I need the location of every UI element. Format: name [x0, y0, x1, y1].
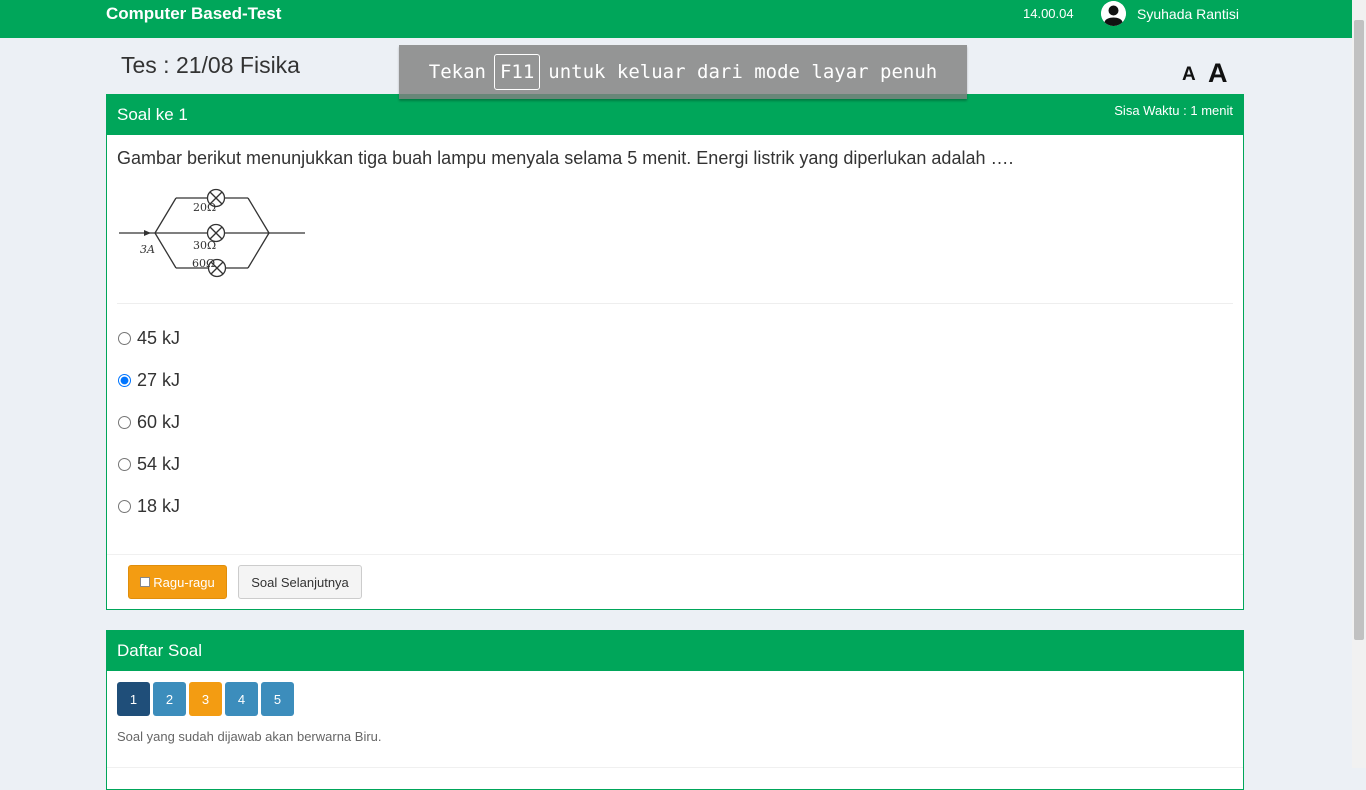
answer-label: 60 kJ	[137, 412, 181, 432]
answer-label: 45 kJ	[137, 328, 181, 348]
answer-radio[interactable]	[118, 416, 131, 429]
question-number-button[interactable]: 5	[261, 682, 294, 716]
question-divider	[117, 303, 1233, 304]
user-avatar-icon	[1101, 1, 1126, 26]
page-scrollbar[interactable]	[1352, 0, 1366, 768]
question-number-button[interactable]: 1	[117, 682, 150, 716]
fullscreen-notice: Tekan F11 untuk keluar dari mode layar p…	[399, 45, 967, 99]
answer-radio[interactable]	[118, 374, 131, 387]
answer-option[interactable]: 18 kJ	[117, 496, 180, 517]
question-number-button[interactable]: 3	[189, 682, 222, 716]
user-menu[interactable]: Syuhada Rantisi	[1101, 1, 1239, 26]
font-size-increase-button[interactable]: A	[1208, 58, 1228, 89]
top-navbar: Computer Based-Test 14.00.04 Syuhada Ran…	[0, 0, 1352, 38]
panel-footer-divider	[107, 554, 1243, 555]
fullscreen-notice-after: untuk keluar dari mode layar penuh	[548, 61, 938, 83]
test-title: Tes : 21/08 Fisika	[121, 52, 300, 78]
answer-radio[interactable]	[118, 458, 131, 471]
doubt-button-label: Ragu-ragu	[153, 574, 215, 590]
clock: 14.00.04	[1023, 6, 1074, 21]
fullscreen-notice-before: Tekan	[428, 61, 486, 83]
resistor-label-2: 30Ω	[193, 239, 216, 252]
doubt-button[interactable]: Ragu-ragu	[128, 565, 227, 599]
answer-option[interactable]: 54 kJ	[117, 454, 180, 475]
resistor-label-3: 60Ω	[192, 257, 215, 270]
question-list-header: Daftar Soal	[107, 631, 1243, 671]
current-label: 3A	[140, 243, 155, 256]
answer-option[interactable]: 60 kJ	[117, 412, 180, 433]
scrollbar-thumb[interactable]	[1354, 20, 1364, 640]
time-remaining: Sisa Waktu : 1 menit	[1114, 103, 1233, 118]
answer-option[interactable]: 45 kJ	[117, 328, 180, 349]
question-list-panel: Daftar Soal 12345 Soal yang sudah dijawa…	[106, 630, 1244, 790]
question-list-note: Soal yang sudah dijawab akan berwarna Bi…	[117, 729, 382, 744]
question-panel: Soal ke 1 Sisa Waktu : 1 menit Gambar be…	[106, 94, 1244, 610]
answer-label: 18 kJ	[137, 496, 181, 516]
fullscreen-notice-key: F11	[493, 54, 541, 90]
answer-radio[interactable]	[118, 500, 131, 513]
question-text: Gambar berikut menunjukkan tiga buah lam…	[117, 148, 1014, 168]
question-number-title: Soal ke 1	[117, 105, 188, 124]
question-number-button[interactable]: 2	[153, 682, 186, 716]
next-question-button[interactable]: Soal Selanjutnya	[238, 565, 362, 599]
resistor-label-1: 20Ω	[193, 201, 216, 214]
answer-label: 54 kJ	[137, 454, 181, 474]
question-number-buttons: 12345	[117, 682, 294, 716]
circuit-figure: 3A 20Ω 30Ω 60Ω	[119, 183, 309, 288]
user-name: Syuhada Rantisi	[1137, 5, 1239, 22]
answer-option[interactable]: 27 kJ	[117, 370, 180, 391]
answer-label: 27 kJ	[137, 370, 181, 390]
question-panel-header: Soal ke 1 Sisa Waktu : 1 menit	[107, 95, 1243, 135]
font-size-decrease-button[interactable]: A	[1182, 64, 1196, 86]
question-list-title: Daftar Soal	[117, 641, 203, 660]
answer-radio[interactable]	[118, 332, 131, 345]
app-brand[interactable]: Computer Based-Test	[106, 4, 281, 24]
doubt-checkbox[interactable]	[140, 577, 151, 587]
question-number-button[interactable]: 4	[225, 682, 258, 716]
